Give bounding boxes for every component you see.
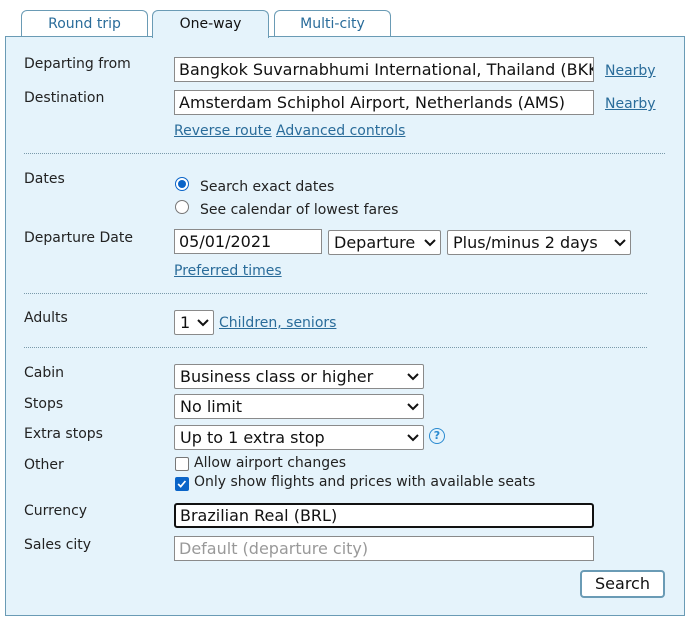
tab-one-way[interactable]: One-way xyxy=(152,10,269,38)
departing-nearby-link[interactable]: Nearby xyxy=(605,63,656,79)
only-available-label[interactable]: Only show flights and prices with availa… xyxy=(194,474,535,490)
adults-label: Adults xyxy=(24,310,68,326)
chevron-down-icon xyxy=(407,373,419,381)
calendar-fares-option-label[interactable]: See calendar of lowest fares xyxy=(200,202,398,218)
exact-dates-radio[interactable] xyxy=(175,177,189,191)
adults-value: 1 xyxy=(180,313,191,332)
only-available-checkbox[interactable] xyxy=(175,477,189,491)
section-divider xyxy=(24,153,665,154)
departing-from-input[interactable]: Bangkok Suvarnabhumi International, Thai… xyxy=(174,57,594,82)
destination-input[interactable]: Amsterdam Schiphol Airport, Netherlands … xyxy=(174,90,594,115)
help-icon[interactable]: ? xyxy=(429,428,445,444)
extra-stops-label: Extra stops xyxy=(24,426,103,442)
destination-nearby-link[interactable]: Nearby xyxy=(605,96,656,112)
search-button[interactable]: Search xyxy=(580,570,665,598)
tab-round-trip[interactable]: Round trip xyxy=(21,10,148,36)
checkmark-icon xyxy=(177,480,187,488)
departure-date-input[interactable]: 05/01/2021 xyxy=(174,229,322,254)
extra-stops-value: Up to 1 extra stop xyxy=(180,428,325,447)
section-divider xyxy=(24,293,647,294)
adults-select[interactable]: 1 xyxy=(174,310,214,335)
calendar-fares-radio[interactable] xyxy=(175,200,189,214)
chevron-down-icon xyxy=(197,319,209,327)
dates-label: Dates xyxy=(24,171,65,187)
tab-multi-city[interactable]: Multi-city xyxy=(274,10,391,36)
reverse-route-link[interactable]: Reverse route xyxy=(174,123,272,139)
preferred-times-link[interactable]: Preferred times xyxy=(174,263,282,279)
chevron-down-icon xyxy=(407,403,419,411)
cabin-select[interactable]: Business class or higher xyxy=(174,364,424,389)
section-divider xyxy=(24,347,647,348)
date-flex-select[interactable]: Plus/minus 2 days xyxy=(447,230,631,255)
destination-label: Destination xyxy=(24,90,105,106)
advanced-controls-link[interactable]: Advanced controls xyxy=(276,123,405,139)
other-label: Other xyxy=(24,457,64,473)
cabin-value: Business class or higher xyxy=(180,367,374,386)
stops-select[interactable]: No limit xyxy=(174,394,424,419)
chevron-down-icon xyxy=(614,239,626,247)
cabin-label: Cabin xyxy=(24,365,65,381)
allow-airport-changes-label[interactable]: Allow airport changes xyxy=(194,455,346,471)
stops-label: Stops xyxy=(24,396,64,412)
date-type-value: Departure xyxy=(334,233,416,252)
date-flex-value: Plus/minus 2 days xyxy=(453,233,598,252)
extra-stops-select[interactable]: Up to 1 extra stop xyxy=(174,425,424,450)
stops-value: No limit xyxy=(180,397,243,416)
exact-dates-option-label[interactable]: Search exact dates xyxy=(200,179,334,195)
departing-from-label: Departing from xyxy=(24,56,131,72)
allow-airport-changes-checkbox[interactable] xyxy=(175,457,189,471)
children-seniors-link[interactable]: Children, seniors xyxy=(219,315,336,331)
chevron-down-icon xyxy=(424,239,436,247)
date-type-select[interactable]: Departure xyxy=(328,230,441,255)
chevron-down-icon xyxy=(407,434,419,442)
sales-city-input[interactable]: Default (departure city) xyxy=(174,536,594,561)
currency-input[interactable]: Brazilian Real (BRL) xyxy=(174,503,594,528)
sales-city-label: Sales city xyxy=(24,537,92,553)
currency-label: Currency xyxy=(24,503,88,519)
departure-date-label: Departure Date xyxy=(24,230,133,246)
